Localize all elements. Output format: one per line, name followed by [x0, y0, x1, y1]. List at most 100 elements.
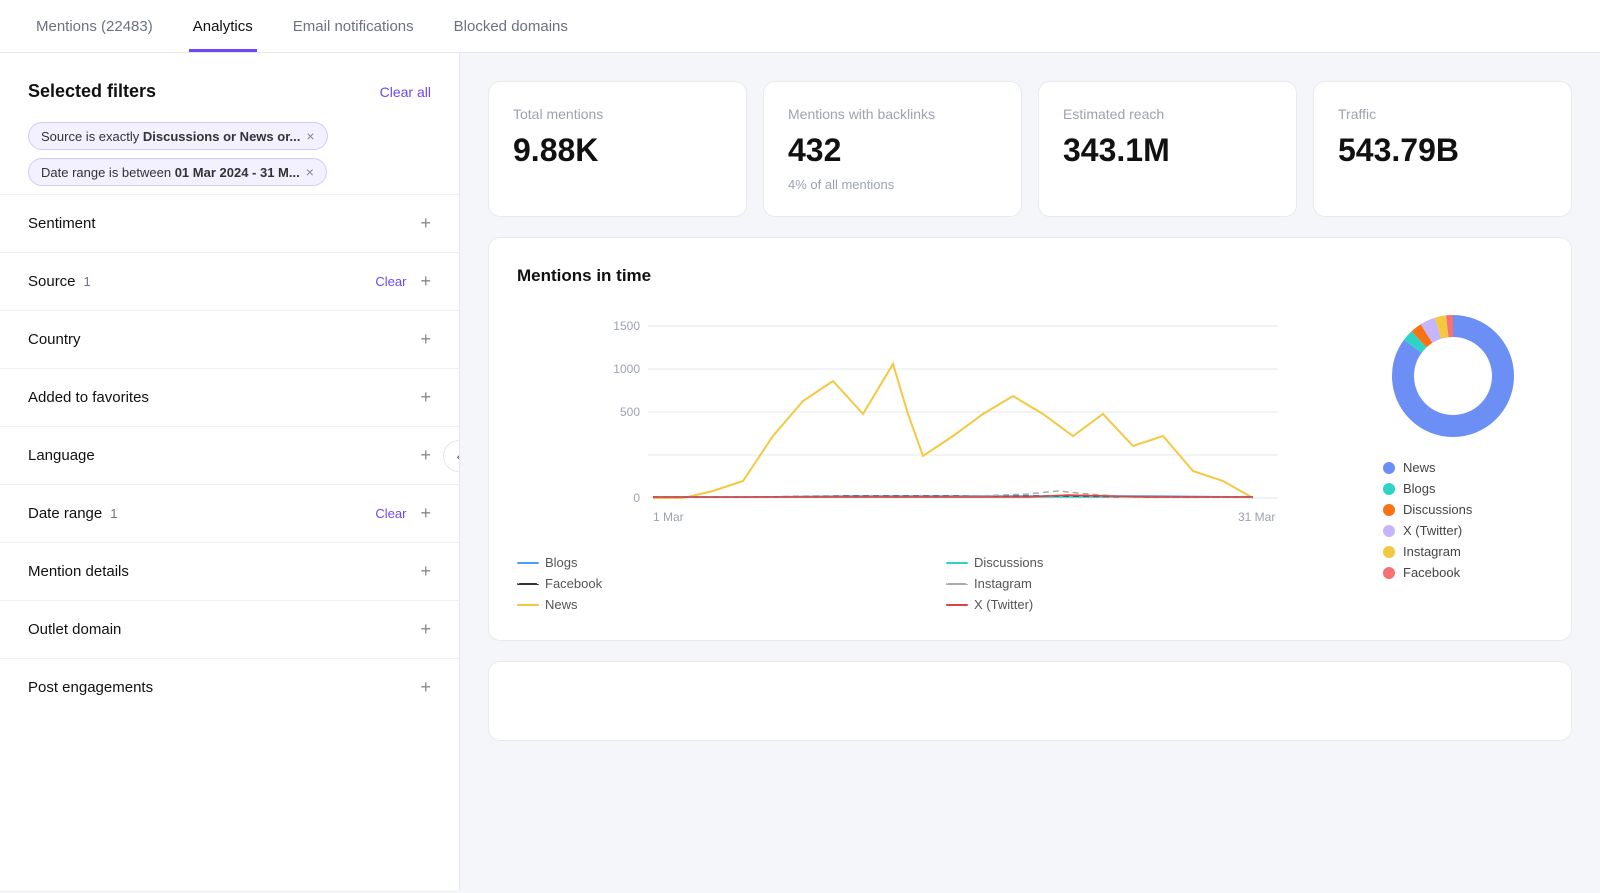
filter-favorites-label: Added to favorites: [28, 389, 149, 406]
filter-post-engagements[interactable]: Post engagements+: [0, 658, 459, 716]
filter-daterange-plus-icon[interactable]: +: [420, 503, 431, 524]
donut-legend-blogs: Blogs: [1383, 481, 1472, 496]
stat-backlinks: Mentions with backlinks4324% of all ment…: [763, 81, 1022, 217]
source-tag-text: Source is exactly Discussions or News or…: [41, 129, 300, 144]
filter-mention-details[interactable]: Mention details +: [0, 542, 459, 600]
stat-reach: Estimated reach 343.1M: [1038, 81, 1297, 217]
sidebar: Selected filters Clear all Source is exa…: [0, 53, 460, 890]
stat-traffic-label: Traffic: [1338, 106, 1547, 122]
clear-all-button[interactable]: Clear all: [380, 84, 431, 100]
filter-source-plus-icon[interactable]: +: [420, 271, 431, 292]
filter-source[interactable]: Source 1 Clear +: [0, 252, 459, 310]
filter-favorites-plus-icon[interactable]: +: [420, 387, 431, 408]
bottom-card: [488, 661, 1572, 741]
filter-mention-details-plus-icon[interactable]: +: [420, 561, 431, 582]
filter-country[interactable]: Country +: [0, 310, 459, 368]
filter-sentiment-plus-icon[interactable]: +: [420, 213, 431, 234]
main-layout: Selected filters Clear all Source is exa…: [0, 53, 1600, 890]
stat-backlinks-sub: 4% of all mentions: [788, 177, 997, 192]
date-tag-bold: 01 Mar 2024 - 31 M...: [175, 165, 300, 180]
filter-daterange-label: Date range: [28, 505, 102, 522]
filter-daterange-right: Clear +: [375, 503, 431, 524]
filter-country-left: Country: [28, 331, 81, 348]
legend-label-blogs: Blogs: [545, 555, 578, 570]
donut-side: News Blogs Discussions X (Twitter) Instagram…: [1383, 306, 1543, 580]
filter-post-engagements-plus-icon[interactable]: +: [420, 677, 431, 698]
filter-sentiment-right: +: [420, 213, 431, 234]
svg-text:0: 0: [633, 491, 640, 505]
svg-text:500: 500: [620, 405, 640, 419]
svg-text:1000: 1000: [613, 362, 640, 376]
filter-language[interactable]: Language +: [0, 426, 459, 484]
filter-sentiment[interactable]: Sentiment +: [0, 194, 459, 252]
legend-item-instagram: Instagram: [946, 576, 1359, 591]
filter-outlet-domain-right: +: [420, 619, 431, 640]
filter-daterange-clear[interactable]: Clear: [375, 506, 406, 521]
legend-item-news: News: [517, 597, 930, 612]
donut-legend-x-(twitter): X (Twitter): [1383, 523, 1472, 538]
sidebar-header: Selected filters Clear all: [0, 81, 459, 122]
filter-source-clear[interactable]: Clear: [375, 274, 406, 289]
legend-label-instagram: Instagram: [974, 576, 1032, 591]
filter-country-plus-icon[interactable]: +: [420, 329, 431, 350]
stat-total-mentions-value: 9.88K: [513, 132, 722, 169]
donut-label-news: News: [1403, 460, 1436, 475]
source-tag-close[interactable]: ×: [306, 128, 314, 144]
legend-line-facebook: [517, 583, 539, 585]
filter-source-count: 1: [84, 274, 91, 289]
filter-mention-details-label: Mention details: [28, 563, 129, 580]
stat-reach-value: 343.1M: [1063, 132, 1272, 169]
legend-line-news: [517, 604, 539, 606]
donut-dot-x-(twitter): [1383, 525, 1395, 537]
chart-legend: BlogsDiscussionsFacebookInstagramNewsX (…: [517, 555, 1359, 612]
tab-email[interactable]: Email notifications: [289, 0, 418, 52]
date-tag-close[interactable]: ×: [306, 164, 314, 180]
donut-legend-news: News: [1383, 460, 1472, 475]
filter-favorites[interactable]: Added to favorites +: [0, 368, 459, 426]
legend-label-discussions: Discussions: [974, 555, 1043, 570]
filter-favorites-left: Added to favorites: [28, 389, 149, 406]
donut-dot-instagram: [1383, 546, 1395, 558]
date-tag: Date range is between 01 Mar 2024 - 31 M…: [28, 158, 327, 186]
donut-dot-discussions: [1383, 504, 1395, 516]
donut-label-instagram: Instagram: [1403, 544, 1461, 559]
filter-source-label: Source: [28, 273, 76, 290]
filter-post-engagements-right: +: [420, 677, 431, 698]
filter-outlet-domain[interactable]: Outlet domain +: [0, 600, 459, 658]
stats-row: Total mentions9.88KMentions with backlin…: [488, 81, 1572, 217]
filter-outlet-domain-left: Outlet domain: [28, 621, 121, 638]
stat-backlinks-label: Mentions with backlinks: [788, 106, 997, 122]
line-chart-svg: 1500 1000 500 0 1 Mar 31 Mar: [517, 306, 1359, 536]
main-content: Total mentions9.88KMentions with backlin…: [460, 53, 1600, 890]
donut-legend-discussions: Discussions: [1383, 502, 1472, 517]
donut-label-discussions: Discussions: [1403, 502, 1472, 517]
stat-total-mentions: Total mentions9.88K: [488, 81, 747, 217]
filter-daterange[interactable]: Date range1Clear+: [0, 484, 459, 542]
filter-outlet-domain-plus-icon[interactable]: +: [420, 619, 431, 640]
legend-label-news: News: [545, 597, 578, 612]
filter-sentiment-label: Sentiment: [28, 215, 96, 232]
filter-country-right: +: [420, 329, 431, 350]
sidebar-title: Selected filters: [28, 81, 156, 102]
tab-blocked[interactable]: Blocked domains: [450, 0, 572, 52]
filter-language-label: Language: [28, 447, 95, 464]
filter-sections: Sentiment+Source1Clear+Country+Added to …: [0, 194, 459, 716]
tab-mentions[interactable]: Mentions (22483): [32, 0, 157, 52]
legend-item-facebook: Facebook: [517, 576, 930, 591]
legend-line-blogs: [517, 562, 539, 564]
donut-chart: [1383, 306, 1523, 446]
date-tag-text: Date range is between 01 Mar 2024 - 31 M…: [41, 165, 300, 180]
chart-main: 1500 1000 500 0 1 Mar 31 Mar: [517, 306, 1359, 612]
source-tag-bold: Discussions or News or...: [143, 129, 301, 144]
legend-line-discussions: [946, 562, 968, 564]
filter-language-plus-icon[interactable]: +: [420, 445, 431, 466]
legend-label-facebook: Facebook: [545, 576, 602, 591]
donut-dot-facebook: [1383, 567, 1395, 579]
stat-reach-label: Estimated reach: [1063, 106, 1272, 122]
donut-label-x-(twitter): X (Twitter): [1403, 523, 1462, 538]
filter-outlet-domain-label: Outlet domain: [28, 621, 121, 638]
donut-dot-blogs: [1383, 483, 1395, 495]
chart-card: Mentions in time 1500 1000 500: [488, 237, 1572, 641]
svg-text:31 Mar: 31 Mar: [1238, 510, 1275, 524]
tab-analytics[interactable]: Analytics: [189, 0, 257, 52]
